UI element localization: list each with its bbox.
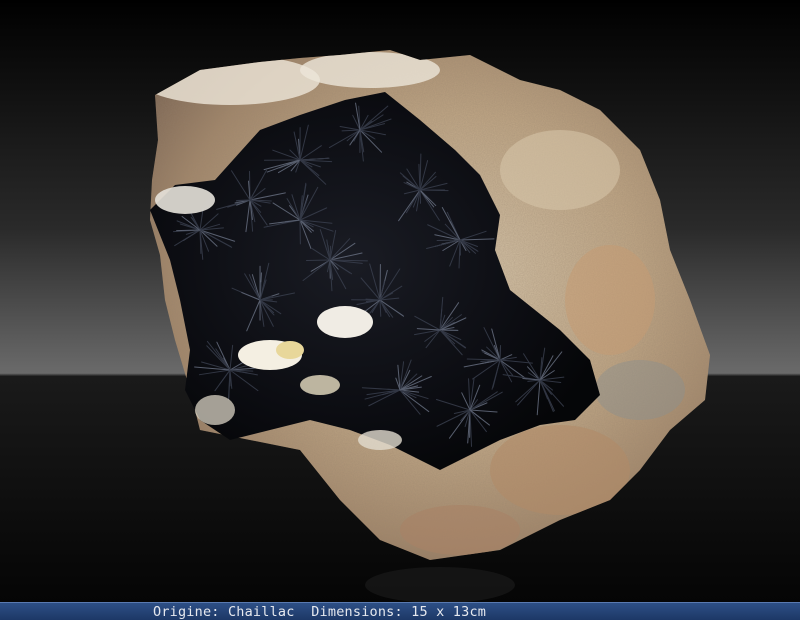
caption-text: Origine: Chaillac Dimensions: 15 x 13cm xyxy=(153,604,487,620)
caption-bar: Origine: Chaillac Dimensions: 15 x 13cm xyxy=(0,602,800,620)
reflection xyxy=(365,567,515,602)
specimen-photo xyxy=(0,0,800,602)
